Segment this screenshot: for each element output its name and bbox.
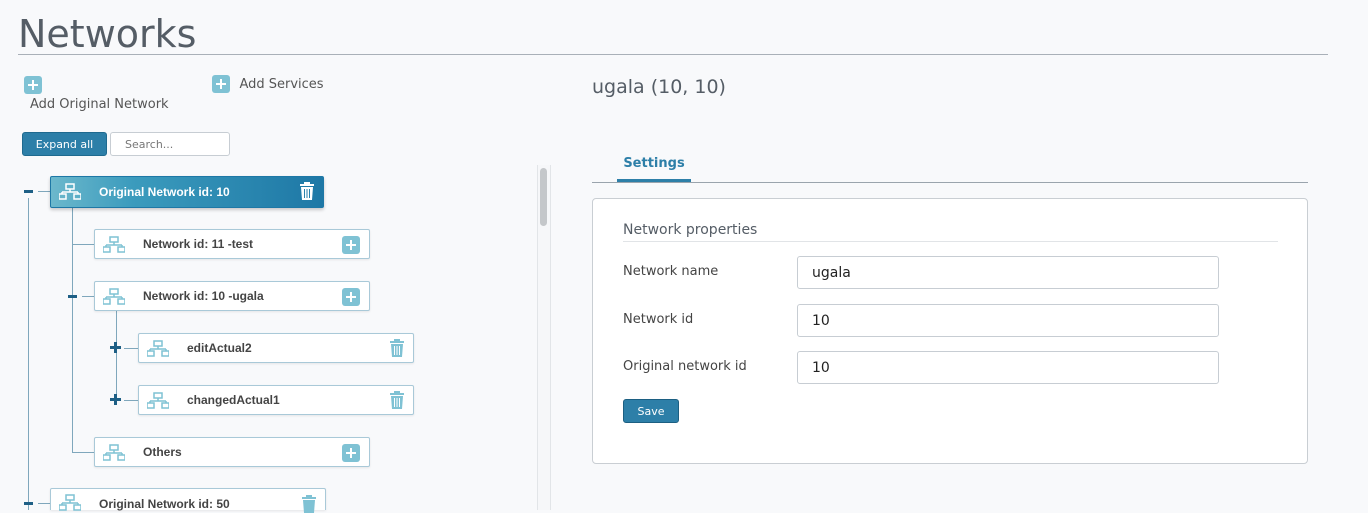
network-icon — [103, 288, 125, 305]
tree-node-original-network-50[interactable]: Original Network id: 50 — [50, 488, 326, 513]
collapse-toggle[interactable] — [68, 295, 77, 298]
tree-connector — [116, 310, 117, 402]
detail-title: ugala (10, 10) — [592, 76, 726, 98]
network-icon — [59, 183, 81, 200]
expand-all-button[interactable]: Expand all — [22, 132, 107, 156]
tree-node-label: Original Network id: 50 — [99, 497, 230, 511]
section-divider — [623, 241, 1278, 242]
tab-settings[interactable]: Settings — [617, 156, 691, 182]
collapse-toggle[interactable] — [24, 190, 33, 193]
save-button[interactable]: Save — [623, 399, 679, 423]
tabs-divider — [592, 182, 1308, 183]
tree-node-network-11[interactable]: Network id: 11 -test — [94, 229, 370, 259]
network-icon — [147, 340, 169, 357]
tree-connector — [72, 244, 94, 245]
tree-node-label: Network id: 10 -ugala — [143, 289, 264, 303]
trash-icon[interactable] — [389, 391, 405, 409]
tree-node-network-10[interactable]: Network id: 10 -ugala — [94, 281, 370, 311]
tree-node-original-network-10[interactable]: Original Network id: 10 — [50, 176, 324, 208]
tree-node-changed-actual-1[interactable]: changedActual1 — [138, 385, 414, 415]
network-icon — [59, 494, 81, 511]
add-child-icon[interactable] — [342, 444, 360, 462]
settings-panel: Network properties Network name Network … — [592, 198, 1308, 464]
expand-toggle[interactable] — [110, 342, 121, 353]
tree-node-label: Network id: 11 -test — [143, 237, 254, 251]
tree-connector — [28, 198, 29, 510]
tree-connector — [38, 191, 50, 192]
tree-connector — [124, 348, 138, 349]
network-id-field[interactable] — [797, 304, 1219, 337]
tree-node-label: Others — [143, 445, 182, 459]
tree-connector — [38, 503, 50, 504]
tree-connector — [124, 400, 138, 401]
expand-toggle[interactable] — [110, 394, 121, 405]
tree-node-others[interactable]: Others — [94, 437, 370, 467]
network-name-label: Network name — [623, 264, 719, 279]
tree-node-edit-actual-2[interactable]: editActual2 — [138, 333, 414, 363]
add-services-label: Add Services — [239, 76, 324, 92]
tree-node-label: changedActual1 — [187, 393, 280, 407]
tree-node-label: Original Network id: 10 — [99, 185, 230, 199]
tree-connector — [82, 296, 94, 297]
tree-node-label: editActual2 — [187, 341, 252, 355]
trash-icon[interactable] — [301, 495, 317, 513]
original-network-id-field[interactable] — [797, 351, 1219, 384]
add-services-button[interactable]: Add Services — [212, 75, 324, 93]
original-network-id-label: Original network id — [623, 359, 747, 374]
network-icon — [103, 444, 125, 461]
add-child-icon[interactable] — [342, 236, 360, 254]
tree-connector — [72, 452, 94, 453]
network-id-label: Network id — [623, 312, 694, 327]
network-icon — [103, 236, 125, 253]
add-services-icon — [212, 75, 230, 93]
collapse-toggle[interactable] — [24, 502, 33, 505]
network-name-field[interactable] — [797, 256, 1219, 289]
tree-scrollbar-thumb[interactable] — [540, 168, 547, 226]
network-icon — [147, 392, 169, 409]
trash-icon[interactable] — [299, 182, 315, 200]
add-network-icon — [24, 76, 42, 94]
section-title: Network properties — [623, 222, 758, 238]
add-original-network-label[interactable]: Add Original Network — [30, 97, 169, 112]
search-input[interactable] — [110, 132, 230, 156]
page-title: Networks — [18, 12, 197, 56]
add-child-icon[interactable] — [342, 288, 360, 306]
title-divider — [18, 54, 1328, 55]
trash-icon[interactable] — [389, 339, 405, 357]
add-original-network-button[interactable] — [24, 76, 42, 94]
